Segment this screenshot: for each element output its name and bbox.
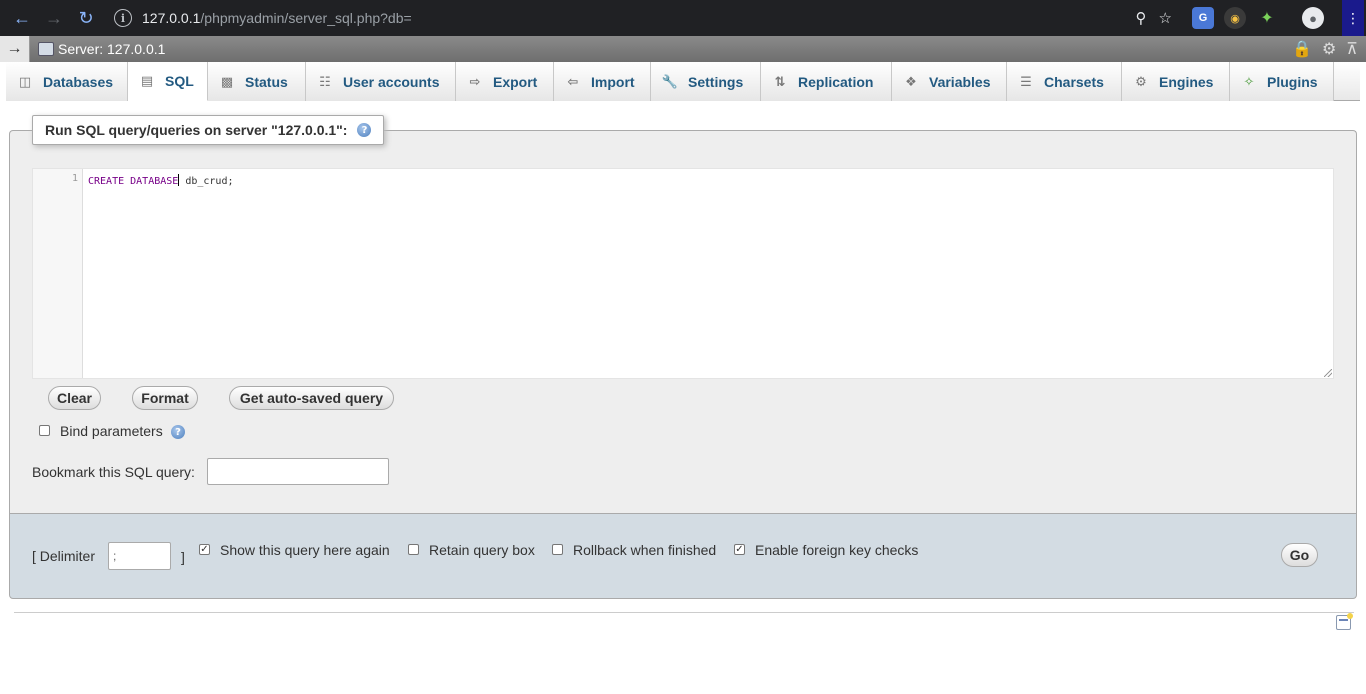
- profile-avatar-icon[interactable]: ●: [1302, 7, 1324, 29]
- browser-toolbar: ← → ↻ i 127.0.0.1/phpmyadmin/server_sql.…: [0, 0, 1366, 36]
- show-query-checkbox[interactable]: ✓: [199, 544, 210, 555]
- user-accounts-icon: ☷: [319, 73, 331, 89]
- url-path: /phpmyadmin/server_sql.php?db=: [200, 10, 412, 26]
- server-breadcrumb-bar: → Server: 127.0.0.1 🔒 ⚙ ⊼: [0, 36, 1366, 62]
- export-icon: ⇨: [469, 73, 481, 89]
- site-info-icon[interactable]: i: [114, 9, 132, 27]
- resize-handle[interactable]: [1324, 369, 1332, 377]
- bookmark-star-icon[interactable]: ☆: [1159, 9, 1172, 27]
- tab-import[interactable]: ⇦ Import: [554, 62, 651, 101]
- delimiter-label: [ Delimiter: [32, 548, 96, 564]
- foreign-key-checks-checkbox[interactable]: ✓: [734, 544, 745, 555]
- tab-export[interactable]: ⇨ Export: [456, 62, 554, 101]
- eye-extension-icon[interactable]: ◉: [1224, 7, 1246, 29]
- wrench-icon: 🔧: [661, 73, 679, 89]
- sql-icon: ▤: [140, 73, 154, 88]
- bookmark-input[interactable]: [207, 458, 389, 485]
- tab-settings[interactable]: 🔧 Settings: [651, 62, 761, 101]
- variables-icon: ❖: [905, 73, 917, 89]
- tab-charsets[interactable]: ☰ Charsets: [1007, 62, 1122, 101]
- status-icon: ▩: [220, 73, 234, 89]
- sql-query-editor[interactable]: 1 CREATE DATABASE db_crud;: [32, 168, 1334, 379]
- translate-extension-icon[interactable]: G: [1192, 7, 1214, 29]
- gear-icon[interactable]: ⚙: [1322, 39, 1336, 59]
- top-menu-tabs: ◫ Databases ▤ SQL ▩ Status ☷ User accounts ⇨…: [6, 62, 1360, 101]
- tab-variables[interactable]: ❖ Variables: [892, 62, 1007, 101]
- line-number-gutter: 1: [33, 169, 83, 378]
- tab-engines[interactable]: ⚙ Engines: [1122, 62, 1230, 101]
- import-icon: ⇦: [567, 73, 579, 89]
- retain-query-box-label: Retain query box: [429, 542, 535, 558]
- reload-icon[interactable]: ↻: [70, 0, 102, 36]
- delimiter-input[interactable]: ;: [108, 542, 171, 570]
- rollback-label: Rollback when finished: [573, 542, 717, 558]
- replication-icon: ⇅: [774, 73, 786, 89]
- bind-parameters-checkbox[interactable]: [39, 425, 50, 436]
- get-auto-saved-query-button[interactable]: Get auto-saved query: [229, 386, 394, 410]
- line-number: 1: [71, 173, 78, 184]
- go-button[interactable]: Go: [1281, 543, 1318, 567]
- sql-keyword: CREATE DATABASE: [88, 176, 179, 187]
- sql-code-rest: db_crud;: [179, 176, 234, 187]
- url-host: 127.0.0.1: [142, 10, 201, 26]
- delimiter-close: ]: [181, 549, 185, 565]
- collapse-top-icon[interactable]: ⊼: [1346, 39, 1358, 59]
- tab-status[interactable]: ▩ Status: [208, 62, 306, 101]
- tab-plugins[interactable]: ✧ Plugins: [1230, 62, 1334, 101]
- tab-user-accounts[interactable]: ☷ User accounts: [306, 62, 456, 101]
- engines-icon: ⚙: [1135, 73, 1147, 89]
- console-icon[interactable]: [1336, 613, 1353, 630]
- sql-code-line[interactable]: CREATE DATABASE db_crud;: [88, 174, 234, 187]
- tab-sql[interactable]: ▤ SQL: [128, 62, 208, 101]
- divider: [14, 612, 1354, 613]
- green-extension-icon[interactable]: ✦: [1256, 7, 1278, 29]
- database-icon: ◫: [18, 73, 32, 89]
- tab-databases[interactable]: ◫ Databases: [6, 62, 128, 101]
- bookmark-label: Bookmark this SQL query:: [32, 464, 195, 480]
- collapse-navigation-arrow-icon[interactable]: →: [0, 36, 30, 62]
- back-arrow-icon[interactable]: ←: [6, 0, 38, 36]
- foreign-key-checks-label: Enable foreign key checks: [755, 542, 919, 558]
- tab-replication[interactable]: ⇅ Replication: [761, 62, 892, 101]
- forward-arrow-icon[interactable]: →: [38, 0, 70, 36]
- format-button[interactable]: Format: [132, 386, 198, 410]
- retain-query-box-checkbox[interactable]: [408, 544, 419, 555]
- puzzle-icon: ✧: [1243, 73, 1255, 89]
- sql-query-legend: Run SQL query/queries on server "127.0.0…: [32, 115, 385, 145]
- rollback-checkbox[interactable]: [552, 544, 563, 555]
- zoom-icon[interactable]: ⚲: [1136, 9, 1147, 27]
- server-breadcrumb[interactable]: Server: 127.0.0.1: [58, 41, 165, 57]
- lock-icon[interactable]: 🔒: [1292, 39, 1312, 59]
- clear-button[interactable]: Clear: [48, 386, 101, 410]
- charsets-icon: ☰: [1020, 73, 1032, 89]
- browser-menu-icon[interactable]: ⋮: [1342, 0, 1364, 36]
- bind-parameters-label: Bind parameters: [60, 423, 163, 439]
- address-bar[interactable]: i 127.0.0.1/phpmyadmin/server_sql.php?db…: [110, 4, 1184, 32]
- server-icon: [38, 42, 54, 56]
- bind-parameters-help-icon[interactable]: ?: [171, 425, 185, 439]
- help-icon[interactable]: ?: [357, 123, 372, 137]
- show-query-label: Show this query here again: [220, 542, 390, 558]
